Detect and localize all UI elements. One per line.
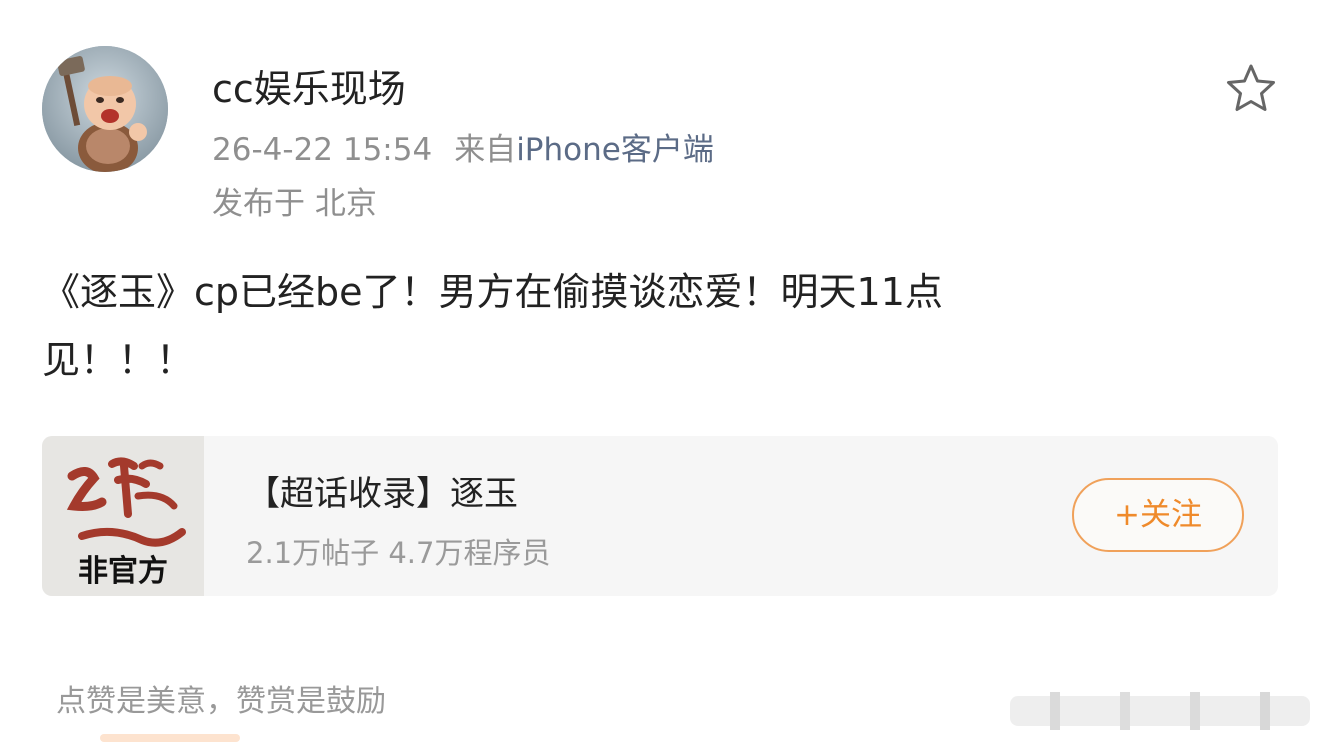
topic-title[interactable]: 【超话收录】逐玉 — [246, 466, 518, 515]
unofficial-tag: 非官方 — [78, 554, 168, 589]
reward-button-edge[interactable] — [100, 734, 240, 742]
post-meta: 26-4-22 15:54 来自iPhone客户端 — [212, 124, 714, 169]
post-text: 《逐玉》cp已经be了！男方在偷摸谈恋爱！明天11点 见！！！ — [42, 270, 943, 382]
calligraphy-image — [66, 457, 186, 547]
source-link[interactable]: iPhone客户端 — [516, 132, 714, 168]
reward-text: 点赞是美意，赞赏是鼓励 — [56, 684, 386, 719]
avatar-image — [42, 46, 168, 172]
topic-thumbnail: 非官方 — [42, 436, 204, 596]
source-prefix: 来自 — [454, 132, 517, 168]
star-icon[interactable] — [1224, 62, 1278, 116]
avatar-row-blurred — [1010, 690, 1310, 732]
topic-card[interactable]: 非官方 【超话收录】逐玉 2.1万帖子 4.7万程序员 +关注 — [42, 436, 1278, 596]
topic-stats: 2.1万帖子 4.7万程序员 — [246, 536, 551, 570]
avatar[interactable] — [42, 46, 168, 172]
follow-button[interactable]: +关注 — [1072, 478, 1244, 552]
post-time: 26-4-22 15:54 — [212, 132, 433, 168]
author-name[interactable]: cc娱乐现场 — [212, 58, 406, 113]
post-location: 发布于 北京 — [212, 186, 377, 222]
